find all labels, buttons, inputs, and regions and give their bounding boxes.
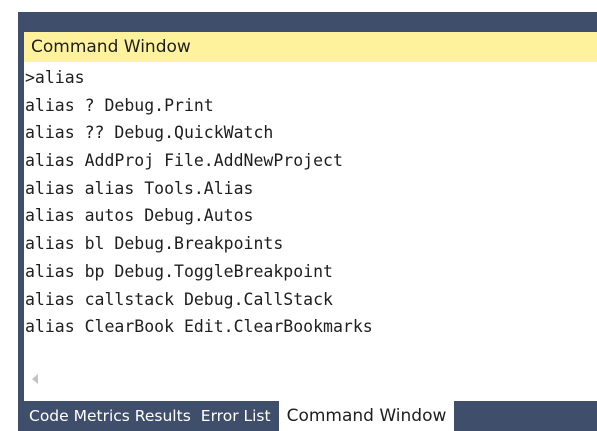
- output-line: alias ? Debug.Print: [25, 95, 214, 115]
- window-title: Command Window: [31, 37, 191, 57]
- tab-error-list[interactable]: Error List: [196, 401, 276, 431]
- tab-command-window[interactable]: Command Window: [278, 401, 455, 431]
- output-line: alias bp Debug.ToggleBreakpoint: [25, 261, 333, 281]
- output-line: alias AddProj File.AddNewProject: [25, 151, 343, 171]
- horizontal-scrollbar[interactable]: [24, 369, 597, 389]
- output-line: alias ClearBook Edit.ClearBookmarks: [25, 317, 373, 337]
- output-line: alias callstack Debug.CallStack: [25, 289, 333, 309]
- command-window-frame: Command Window >alias alias ? Debug.Prin…: [18, 12, 597, 431]
- output-line: alias bl Debug.Breakpoints: [25, 234, 284, 254]
- output-line: alias ?? Debug.QuickWatch: [25, 123, 274, 143]
- title-bar[interactable]: Command Window: [24, 32, 597, 62]
- command-prompt-line: >alias: [25, 68, 85, 87]
- triangle-left-icon[interactable]: [32, 374, 38, 384]
- output-line: alias autos Debug.Autos: [25, 206, 254, 226]
- tool-window-tab-bar: Code Metrics Results Error List Command …: [24, 401, 597, 431]
- command-output[interactable]: >alias alias ? Debug.Print alias ?? Debu…: [25, 64, 591, 368]
- tab-code-metrics-results[interactable]: Code Metrics Results: [24, 401, 196, 431]
- output-line: alias alias Tools.Alias: [25, 178, 254, 198]
- command-window-panel: Command Window >alias alias ? Debug.Prin…: [24, 32, 597, 401]
